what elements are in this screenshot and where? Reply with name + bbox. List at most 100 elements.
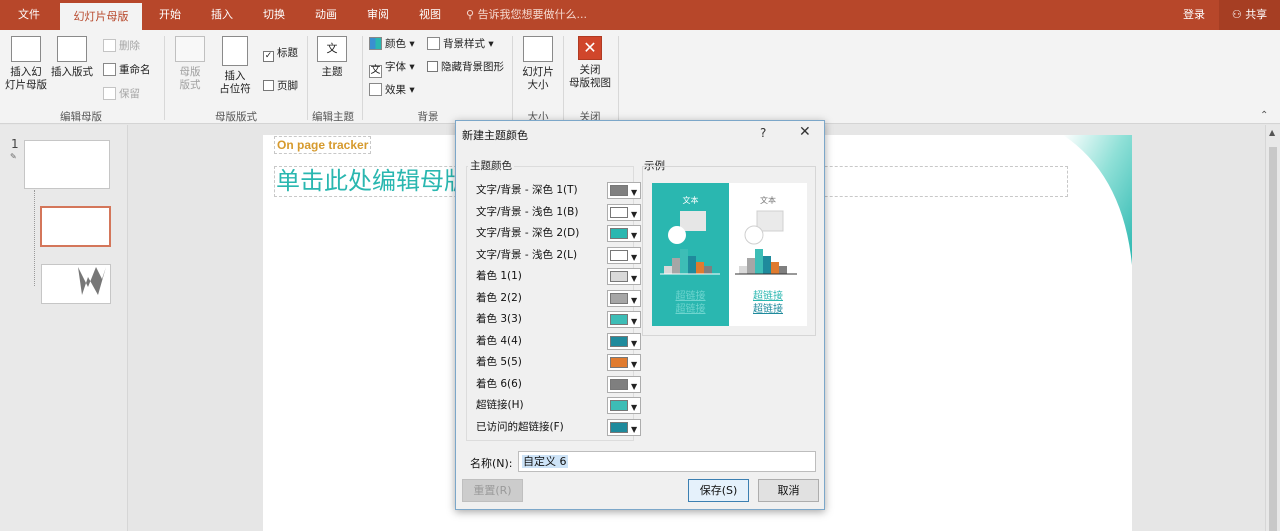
layout-thumbnail[interactable] [41, 264, 111, 304]
master-layout-button[interactable]: 母版 版式 [170, 36, 210, 92]
insert-layout-icon [57, 36, 87, 62]
cancel-button[interactable]: 取消 [758, 479, 819, 502]
effects-dropdown[interactable]: 效果 ▾ [369, 81, 415, 99]
tab-review[interactable]: 审阅 [358, 0, 398, 30]
footer-checkbox[interactable]: 页脚 [263, 77, 298, 95]
theme-color-label: 文字/背景 - 浅色 1(B) [476, 205, 579, 218]
help-button[interactable]: ? [760, 126, 766, 140]
theme-color-label: 超链接(H) [476, 399, 524, 411]
color-picker-dropdown[interactable]: ▼ [607, 246, 641, 264]
ribbon-tab-bar: 文件 幻灯片母版 开始 插入 切换 动画 审阅 视图 ⚲ 告诉我您想要做什么..… [0, 0, 1280, 30]
tab-slide-master[interactable]: 幻灯片母版 [60, 3, 142, 30]
sample-preview: 文本 超链接 超链接 文本 超链接 超链接 [642, 166, 816, 336]
master-thumbnail[interactable] [24, 140, 110, 189]
theme-color-label: 着色 2(2) [476, 291, 522, 304]
color-swatch [610, 292, 628, 304]
color-swatch [610, 357, 628, 368]
checkmark-icon: ✓ [263, 51, 274, 62]
close-master-view-button[interactable]: ✕ 关闭 母版视图 [566, 36, 614, 90]
dropdown-arrow-icon: ▼ [631, 188, 638, 197]
color-swatch [610, 271, 628, 282]
scroll-up-icon[interactable]: ▲ [1269, 128, 1275, 137]
name-label: 名称(N): [470, 457, 513, 470]
sample-visited-light: 超链接 [753, 304, 783, 315]
color-picker-dropdown[interactable]: ▼ [607, 268, 641, 285]
dropdown-arrow-icon: ▼ [631, 338, 638, 348]
insert-slide-master-button[interactable]: 插入幻 灯片母版 [4, 36, 48, 92]
delete-button[interactable]: 删除 [103, 37, 140, 55]
group-separator [512, 36, 513, 120]
slide-size-button[interactable]: 幻灯片 大小 [516, 36, 560, 92]
group-label-master-layout: 母版版式 [215, 111, 257, 123]
theme-color-label: 已访问的超链接(F) [476, 420, 564, 433]
reset-button[interactable]: 重置(R) [462, 479, 523, 502]
color-picker-dropdown[interactable]: ▼ [607, 418, 641, 436]
dialog-close-button[interactable]: ✕ [799, 124, 811, 140]
color-swatch [610, 400, 628, 411]
new-theme-colors-dialog: 新建主题颜色 ? ✕ 主题颜色 文字/背景 - 深色 1(T) ▼ 文字/背景 - … [455, 120, 825, 510]
insert-layout-button[interactable]: 插入版式 [50, 36, 94, 79]
sample-visited-dark: 超链接 [675, 304, 706, 315]
color-picker-dropdown[interactable]: ▼ [607, 203, 641, 221]
color-picker-dropdown[interactable]: ▼ [607, 289, 641, 307]
login-link[interactable]: 登录 [1183, 0, 1205, 30]
title-checkbox[interactable]: ✓ 标题 [263, 44, 298, 62]
page-tracker-label[interactable]: On page tracker [274, 136, 372, 154]
colors-dropdown[interactable]: 颜色 ▾ [369, 35, 415, 53]
vertical-scrollbar[interactable]: ▲ [1265, 125, 1280, 531]
dropdown-arrow-icon: ▼ [631, 274, 638, 283]
dropdown-arrow-icon: ▼ [631, 360, 638, 369]
color-picker-dropdown[interactable]: ▼ [607, 354, 641, 371]
theme-color-row: 着色 5(5) ▼ [476, 354, 641, 371]
themes-button[interactable]: 文 主题 [313, 36, 351, 79]
collapse-ribbon-icon[interactable]: ⌃ [1260, 110, 1268, 121]
color-picker-dropdown[interactable]: ▼ [607, 225, 641, 242]
color-swatch [610, 421, 628, 433]
color-palette-icon [369, 37, 382, 50]
theme-color-label: 着色 1(1) [476, 270, 522, 282]
share-label: 共享 [1245, 8, 1268, 21]
scrollbar-thumb[interactable] [1269, 147, 1277, 531]
theme-color-label: 着色 5(5) [476, 356, 522, 368]
close-icon: ✕ [578, 36, 602, 60]
color-picker-dropdown[interactable]: ▼ [607, 182, 641, 199]
color-picker-dropdown[interactable]: ▼ [607, 397, 641, 414]
placeholder-grid-icon [222, 36, 248, 66]
theme-color-label: 文字/背景 - 深色 2(D) [476, 227, 580, 239]
name-input[interactable]: 自定义 6 [518, 451, 816, 472]
theme-color-row: 文字/背景 - 深色 1(T) ▼ [476, 182, 641, 199]
tab-home[interactable]: 开始 [150, 0, 190, 30]
theme-color-label: 文字/背景 - 深色 1(T) [476, 184, 578, 196]
hide-background-checkbox[interactable]: 隐藏背景图形 [427, 58, 504, 76]
ribbon: 插入幻 灯片母版 插入版式 删除 重命名 保留 编辑母版 母版 版式 插入 占位… [0, 30, 1280, 124]
tab-view[interactable]: 视图 [410, 0, 450, 30]
rename-icon [103, 63, 116, 76]
insert-slide-master-icon [11, 36, 41, 62]
insert-placeholder-button[interactable]: 插入 占位符 [214, 36, 256, 96]
color-picker-dropdown[interactable]: ▼ [607, 311, 641, 328]
tab-insert[interactable]: 插入 [202, 0, 242, 30]
group-separator [307, 36, 308, 120]
rename-button[interactable]: 重命名 [103, 61, 151, 79]
color-picker-dropdown[interactable]: ▼ [607, 375, 641, 393]
background-styles-dropdown[interactable]: 背景样式 ▾ [427, 35, 494, 53]
color-picker-dropdown[interactable]: ▼ [607, 332, 641, 350]
theme-color-label: 着色 6(6) [476, 377, 522, 390]
tell-me-box[interactable]: ⚲ 告诉我您想要做什么... [466, 0, 587, 30]
layout-thumbnail-selected[interactable] [40, 206, 111, 247]
theme-color-row: 着色 1(1) ▼ [476, 268, 641, 285]
preserve-button[interactable]: 保留 [103, 85, 140, 103]
group-label-edit-theme: 编辑主题 [312, 111, 354, 123]
fonts-dropdown[interactable]: 文字体 ▾ [369, 58, 415, 78]
share-button[interactable]: ⚇ 共享 [1219, 0, 1280, 30]
theme-color-row: 超链接(H) ▼ [476, 397, 641, 414]
save-button[interactable]: 保存(S) [688, 479, 749, 502]
tab-animations[interactable]: 动画 [306, 0, 346, 30]
effects-icon [369, 83, 382, 96]
tab-file[interactable]: 文件 [6, 0, 52, 30]
color-swatch [610, 314, 628, 325]
color-swatch [610, 185, 628, 196]
tab-transitions[interactable]: 切换 [254, 0, 294, 30]
theme-color-row: 着色 2(2) ▼ [476, 289, 641, 307]
theme-color-label: 着色 3(3) [476, 313, 522, 325]
